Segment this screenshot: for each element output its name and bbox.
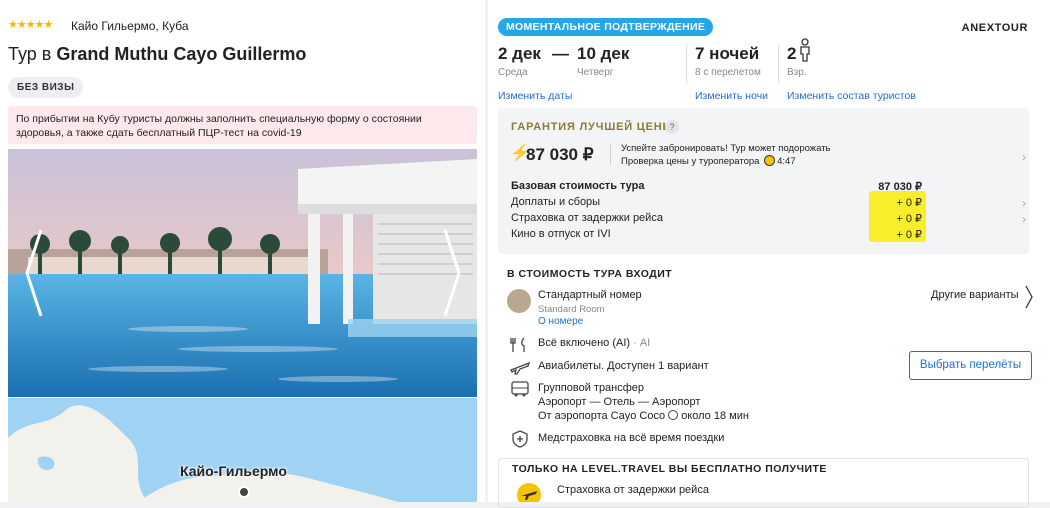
total-price: 87 030 ₽ <box>526 145 594 164</box>
plane-badge-icon <box>517 483 541 502</box>
hotel-name: Grand Muthu Cayo Guillermo <box>56 44 307 64</box>
clock-icon <box>764 155 776 166</box>
price-row-value: + 0 ₽ <box>896 197 922 209</box>
meal-plan: Всё включено (AI) · AI <box>538 337 651 349</box>
help-icon[interactable]: ? <box>665 120 679 134</box>
map-pin[interactable] <box>238 486 250 498</box>
chevron-right-icon[interactable]: › <box>1022 212 1026 226</box>
bonus-item: Страховка от задержки рейса <box>557 484 709 496</box>
best-price-guarantee: ГАРАНТИЯ ЛУЧШЕЙ ЦЕНЫ <box>511 121 675 133</box>
includes-heading: В СТОИМОСТЬ ТУРА ВХОДИТ <box>507 268 673 280</box>
date-to: 10 дек <box>577 44 630 63</box>
divider <box>778 45 779 83</box>
star-rating: ★★★★★ <box>8 19 53 31</box>
change-nights-link[interactable]: Изменить ночи <box>695 90 768 102</box>
transfer-type: Групповой трансфер <box>538 382 645 394</box>
plane-icon <box>510 361 531 375</box>
meal-icon <box>510 337 525 352</box>
flights-info: Авиабилеты. Доступен 1 вариант <box>538 360 709 372</box>
room-info-link[interactable]: О номере <box>538 316 583 327</box>
chevron-right-icon <box>443 229 461 317</box>
price-row-value: + 0 ₽ <box>896 213 922 225</box>
transfer-duration: От аэропорта Cayo Coco около 18 мин <box>538 410 749 422</box>
date-from: 2 дек <box>498 44 541 63</box>
nights-sub: 8 с перелетом <box>695 67 761 78</box>
page-title: Тур в Grand Muthu Cayo Guillermo <box>8 44 307 64</box>
choose-flights-button[interactable]: Выбрать перелёты <box>909 351 1032 380</box>
change-dates-link[interactable]: Изменить даты <box>498 90 572 102</box>
divider <box>610 143 611 165</box>
change-tourists-link[interactable]: Изменить состав туристов <box>787 90 916 102</box>
tourists-count: 2 <box>787 44 797 63</box>
price-row-label: Базовая стоимость тура <box>511 180 645 192</box>
other-variants-link[interactable]: Другие варианты <box>931 289 1019 301</box>
room-sub: Standard Room <box>538 304 605 315</box>
price-row-value: 87 030 ₽ <box>878 181 922 193</box>
chevron-right-icon[interactable]: › <box>1022 196 1026 210</box>
map-label: Кайо-Гильермо <box>180 463 287 479</box>
shield-icon <box>512 430 528 448</box>
price-note: Успейте забронировать! Тур может подорож… <box>621 143 831 167</box>
instant-confirmation-badge: МОМЕНТАЛЬНОЕ ПОДТВЕРЖДЕНИЕ <box>498 18 714 36</box>
chevron-right-icon[interactable]: › <box>1022 150 1026 164</box>
room-name: Стандартный номер <box>538 289 642 301</box>
day-to: Четверг <box>577 67 614 78</box>
bonus-heading: ТОЛЬКО НА LEVEL.TRAVEL ВЫ БЕСПЛАТНО ПОЛУ… <box>509 463 830 475</box>
tourists-sub: Взр. <box>787 67 807 78</box>
bus-icon <box>511 381 529 397</box>
chevron-right-icon[interactable] <box>1024 284 1034 310</box>
covid-warning: По прибытии на Кубу туристы должны запол… <box>8 106 477 144</box>
tour-operator: ANEXTOUR <box>961 22 1028 34</box>
date-dash: — <box>552 44 569 63</box>
hotel-location: Кайо Гильермо, Куба <box>71 19 189 33</box>
photo-prev-arrow[interactable] <box>24 228 44 318</box>
chevron-left-icon <box>25 229 43 317</box>
divider <box>686 45 687 83</box>
price-row-label: Кино в отпуск от IVI <box>511 228 611 240</box>
room-thumbnail[interactable] <box>507 289 531 313</box>
visa-badge: БЕЗ ВИЗЫ <box>8 77 84 98</box>
transfer-route: Аэропорт — Отель — Аэропорт <box>538 396 701 408</box>
price-timer: 4:47 <box>777 156 796 167</box>
insurance-info: Медстраховка на всё время поездки <box>538 432 725 444</box>
person-icon <box>800 38 810 62</box>
hotel-photo[interactable] <box>8 149 477 397</box>
day-from: Среда <box>498 67 528 78</box>
price-row-label: Страховка от задержки рейса <box>511 212 663 224</box>
price-row-value: + 0 ₽ <box>896 229 922 241</box>
price-row-label: Доплаты и сборы <box>511 196 601 208</box>
clock-icon <box>668 410 679 420</box>
nights-count: 7 ночей <box>695 44 760 63</box>
photo-next-arrow[interactable] <box>442 228 462 318</box>
